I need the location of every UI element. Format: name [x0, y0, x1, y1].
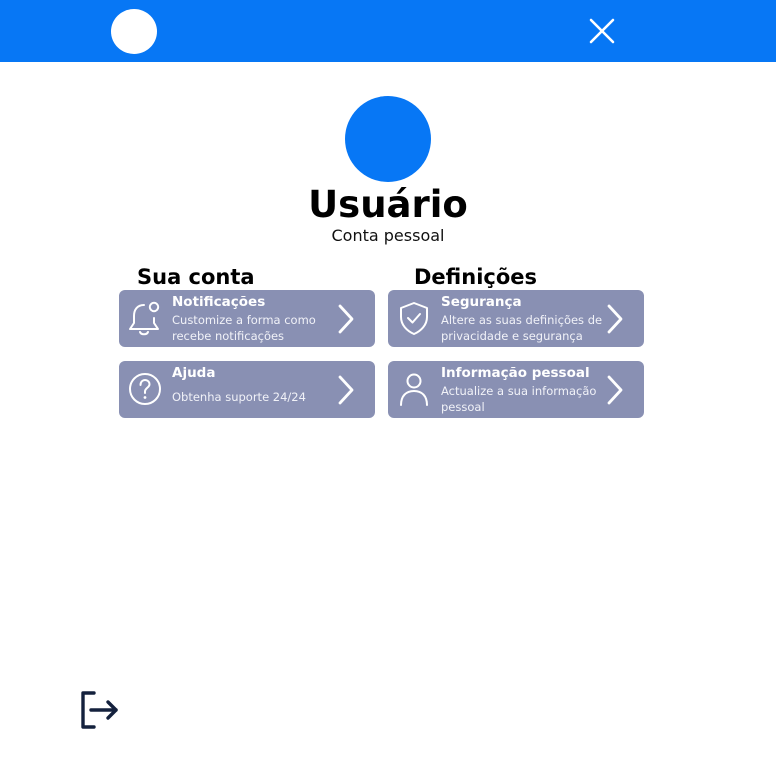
security-card[interactable]: Segurança Altere as suas definições de p…	[388, 290, 644, 347]
logout-button[interactable]	[78, 688, 122, 732]
top-bar	[0, 0, 776, 62]
close-button[interactable]	[584, 13, 620, 49]
shield-check-icon	[400, 302, 428, 335]
personal-info-card[interactable]: Informação pessoal Actualize a sua infor…	[388, 361, 644, 418]
help-card[interactable]: Ajuda Obtenha suporte 24/24	[119, 361, 375, 418]
help-circle-icon	[129, 373, 161, 405]
notifications-card[interactable]: Notificações Customize a forma como rece…	[119, 290, 375, 347]
close-icon	[589, 18, 615, 44]
avatar-button[interactable]	[111, 9, 157, 54]
profile-name: Usuário	[308, 183, 468, 226]
card-description: Customize a forma como recebe notificaçõ…	[172, 313, 316, 343]
card-title: Segurança	[441, 294, 522, 310]
chevron-right-icon	[607, 304, 623, 334]
bell-icon	[129, 301, 160, 336]
card-description: Actualize a sua informação pessoal	[441, 384, 597, 414]
chevron-right-icon	[607, 375, 623, 405]
card-title: Notificações	[172, 294, 266, 310]
card-title: Informação pessoal	[441, 365, 590, 381]
section-title-account: Sua conta	[137, 265, 255, 289]
card-title: Ajuda	[172, 365, 216, 381]
logout-icon	[81, 691, 118, 729]
profile-avatar	[345, 96, 431, 182]
section-title-settings: Definições	[414, 265, 538, 289]
chevron-right-icon	[338, 304, 354, 334]
chevron-right-icon	[338, 375, 354, 405]
card-description: Altere as suas definições de privacidade…	[441, 313, 603, 343]
user-icon	[400, 373, 428, 406]
profile-subtitle: Conta pessoal	[331, 226, 445, 245]
card-description: Obtenha suporte 24/24	[172, 390, 306, 404]
